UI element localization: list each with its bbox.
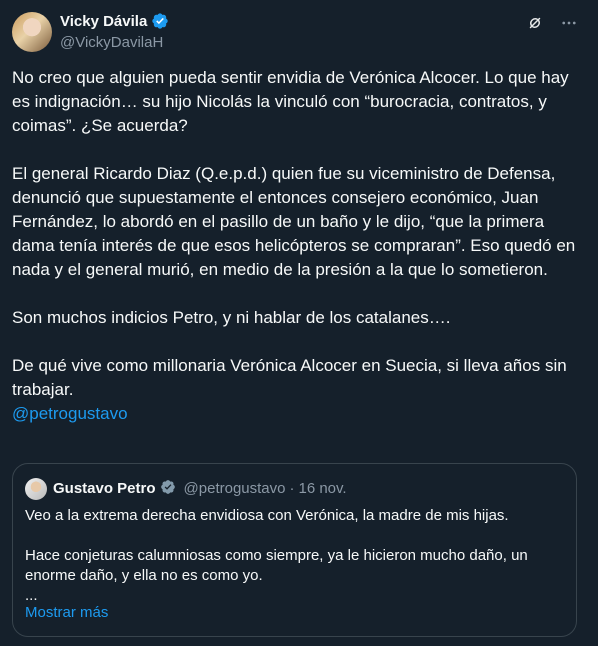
quoted-header: Gustavo Petro @petrogustavo · 16 nov. bbox=[53, 479, 347, 497]
verified-badge-icon bbox=[160, 479, 178, 497]
quoted-ellipsis: ... bbox=[25, 587, 38, 604]
quoted-display-name: Gustavo Petro bbox=[53, 479, 156, 497]
quoted-date: 16 nov. bbox=[298, 479, 347, 497]
quoted-author-avatar bbox=[25, 478, 47, 500]
tweet: Vicky Dávila @VickyDavilaH No creo que a… bbox=[0, 0, 598, 646]
quoted-line: Hace conjeturas calumniosas como siempre… bbox=[25, 547, 528, 584]
grok-icon[interactable] bbox=[526, 14, 544, 32]
author-avatar[interactable] bbox=[12, 12, 52, 52]
author-name-row: Vicky Dávila bbox=[60, 12, 169, 30]
tweet-body: No creo que alguien pueda sentir envidia… bbox=[12, 66, 584, 426]
show-more-link[interactable]: Mostrar más bbox=[25, 604, 108, 621]
author-handle[interactable]: @VickyDavilaH bbox=[60, 34, 163, 51]
tweet-paragraph: De qué vive como millonaria Verónica Alc… bbox=[12, 356, 567, 399]
tweet-paragraph: No creo que alguien pueda sentir envidia… bbox=[12, 68, 569, 135]
tweet-paragraph: Son muchos indicios Petro, y ni hablar d… bbox=[12, 308, 451, 327]
author-display-name[interactable]: Vicky Dávila bbox=[60, 13, 147, 30]
quoted-separator: · bbox=[289, 479, 295, 497]
verified-badge-icon bbox=[151, 12, 169, 30]
mention-link[interactable]: @petrogustavo bbox=[12, 402, 584, 426]
tweet-actions bbox=[526, 14, 578, 32]
quoted-handle: @petrogustavo bbox=[183, 479, 286, 497]
more-options-icon[interactable] bbox=[560, 14, 578, 32]
quoted-line: Veo a la extrema derecha envidiosa con V… bbox=[25, 507, 509, 524]
tweet-paragraph: El general Ricardo Diaz (Q.e.p.d.) quien… bbox=[12, 164, 576, 279]
quoted-tweet[interactable]: Gustavo Petro @petrogustavo · 16 nov. Ve… bbox=[12, 463, 577, 637]
quoted-body: Veo a la extrema derecha envidiosa con V… bbox=[25, 506, 565, 606]
